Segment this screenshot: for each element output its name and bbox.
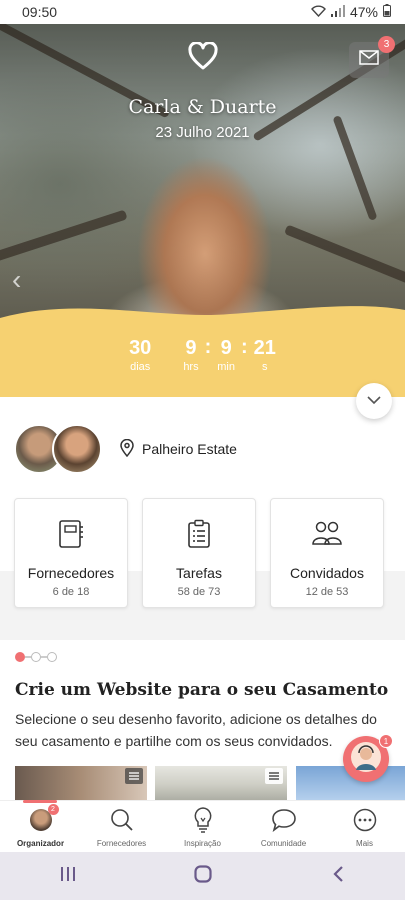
card-title: Tarefas (176, 565, 222, 581)
chat-badge: 1 (379, 734, 393, 748)
nav-label: Inspiração (184, 839, 221, 848)
status-icons: 47% (311, 4, 391, 20)
countdown-hours-value: 9 (185, 337, 197, 359)
couple-names: Carla & Duarte (128, 96, 277, 118)
card-count: 12 de 53 (305, 586, 349, 598)
system-navigation-bar (0, 852, 405, 900)
support-agent-icon (349, 740, 383, 779)
nav-label: Fornecedores (96, 839, 147, 848)
promo-title: Crie um Website para o seu Casamento (15, 680, 389, 700)
summary-cards: Fornecedores 6 de 18 Tarefas 58 de 73 Co… (0, 490, 405, 625)
back-button[interactable] (308, 856, 368, 896)
carousel-dot[interactable] (31, 652, 41, 662)
card-tarefas[interactable]: Tarefas 58 de 73 (142, 498, 256, 608)
countdown-separator: : (241, 336, 248, 358)
location-pin-icon (120, 438, 134, 460)
card-count: 58 de 73 (177, 586, 221, 598)
card-title: Convidados (290, 565, 364, 581)
card-count: 6 de 18 (52, 586, 90, 598)
countdown-seconds-label: s (262, 361, 268, 373)
hero-overlay (0, 24, 405, 344)
nav-label: Comunidade (260, 839, 307, 848)
active-indicator (23, 800, 57, 803)
card-fornecedores[interactable]: Fornecedores 6 de 18 (14, 498, 128, 608)
venue-name: Palheiro Estate (142, 441, 237, 457)
nav-organizador[interactable]: 2 Organizador (0, 800, 81, 852)
hero-cover-photo[interactable]: 3 Carla & Duarte 23 Julho 2021 ‹ (0, 24, 405, 344)
website-template-thumbnail[interactable] (15, 766, 147, 802)
notebook-icon (15, 519, 127, 549)
mail-badge: 3 (378, 36, 395, 53)
wedding-date: 23 Julho 2021 (155, 124, 250, 141)
menu-icon[interactable] (125, 768, 143, 784)
countdown-minutes: 9 min (217, 336, 235, 374)
card-title: Fornecedores (27, 565, 115, 581)
countdown-seconds: 21 s (254, 336, 276, 374)
battery-percent: 47% (349, 4, 378, 20)
more-icon (353, 807, 377, 833)
nav-inspiracao[interactable]: Inspiração (162, 801, 243, 852)
venue-link[interactable]: Palheiro Estate (120, 438, 237, 460)
checklist-icon (143, 519, 255, 549)
guests-icon (271, 519, 383, 549)
mail-icon (359, 50, 379, 70)
messages-button[interactable]: 3 (349, 36, 395, 78)
home-icon (193, 864, 212, 888)
signal-icon (330, 4, 345, 20)
nav-avatar-icon: 2 (29, 804, 59, 833)
chevron-down-icon (367, 392, 381, 410)
countdown-minutes-value: 9 (220, 337, 232, 359)
countdown-hours-label: hrs (183, 361, 199, 373)
nav-comunidade[interactable]: Comunidade (243, 801, 324, 852)
chat-icon (271, 807, 297, 833)
carousel-dot[interactable] (47, 652, 57, 662)
promo-description: Selecione o seu desenho favorito, adicio… (15, 711, 377, 749)
nav-label: Organizador (16, 839, 65, 848)
carousel-dots[interactable] (15, 652, 57, 662)
countdown-days-value: 30 (129, 337, 152, 359)
countdown-hours: 9 hrs (183, 336, 198, 374)
countdown-days: 30 dias (129, 336, 151, 374)
menu-icon[interactable] (265, 768, 283, 784)
back-icon (332, 865, 344, 888)
nav-mais[interactable]: Mais (324, 801, 405, 852)
lightbulb-icon (193, 807, 213, 833)
bottom-navigation: 2 Organizador Fornecedores Inspiração Co… (0, 800, 405, 852)
countdown-days-label: dias (130, 361, 151, 373)
support-chat-button[interactable]: 1 (343, 734, 393, 782)
carousel-dot[interactable] (15, 652, 25, 662)
recent-apps-button[interactable] (38, 856, 98, 896)
section-divider (0, 625, 405, 640)
expand-button[interactable] (356, 383, 392, 419)
website-template-thumbnail[interactable] (155, 766, 287, 802)
avatar-partner-2[interactable] (52, 424, 102, 474)
countdown: 30 dias 9 hrs : 9 min : 21 s (0, 336, 405, 374)
couple-row: Palheiro Estate (14, 424, 237, 474)
nav-badge: 2 (47, 804, 59, 815)
countdown-seconds-value: 21 (253, 337, 276, 359)
card-convidados[interactable]: Convidados 12 de 53 (270, 498, 384, 608)
wifi-icon (311, 5, 326, 20)
home-button[interactable] (173, 856, 233, 896)
status-time: 09:50 (22, 4, 58, 20)
recent-apps-icon (60, 866, 76, 887)
chevron-left-icon[interactable]: ‹ (12, 264, 21, 296)
heart-logo-icon (188, 41, 218, 70)
battery-icon (383, 4, 391, 20)
countdown-minutes-label: min (217, 361, 235, 373)
search-icon (110, 807, 134, 833)
nav-fornecedores[interactable]: Fornecedores (81, 801, 162, 852)
status-bar: 09:50 47% (0, 0, 405, 24)
nav-label: Mais (356, 839, 373, 848)
countdown-separator: : (204, 336, 212, 358)
